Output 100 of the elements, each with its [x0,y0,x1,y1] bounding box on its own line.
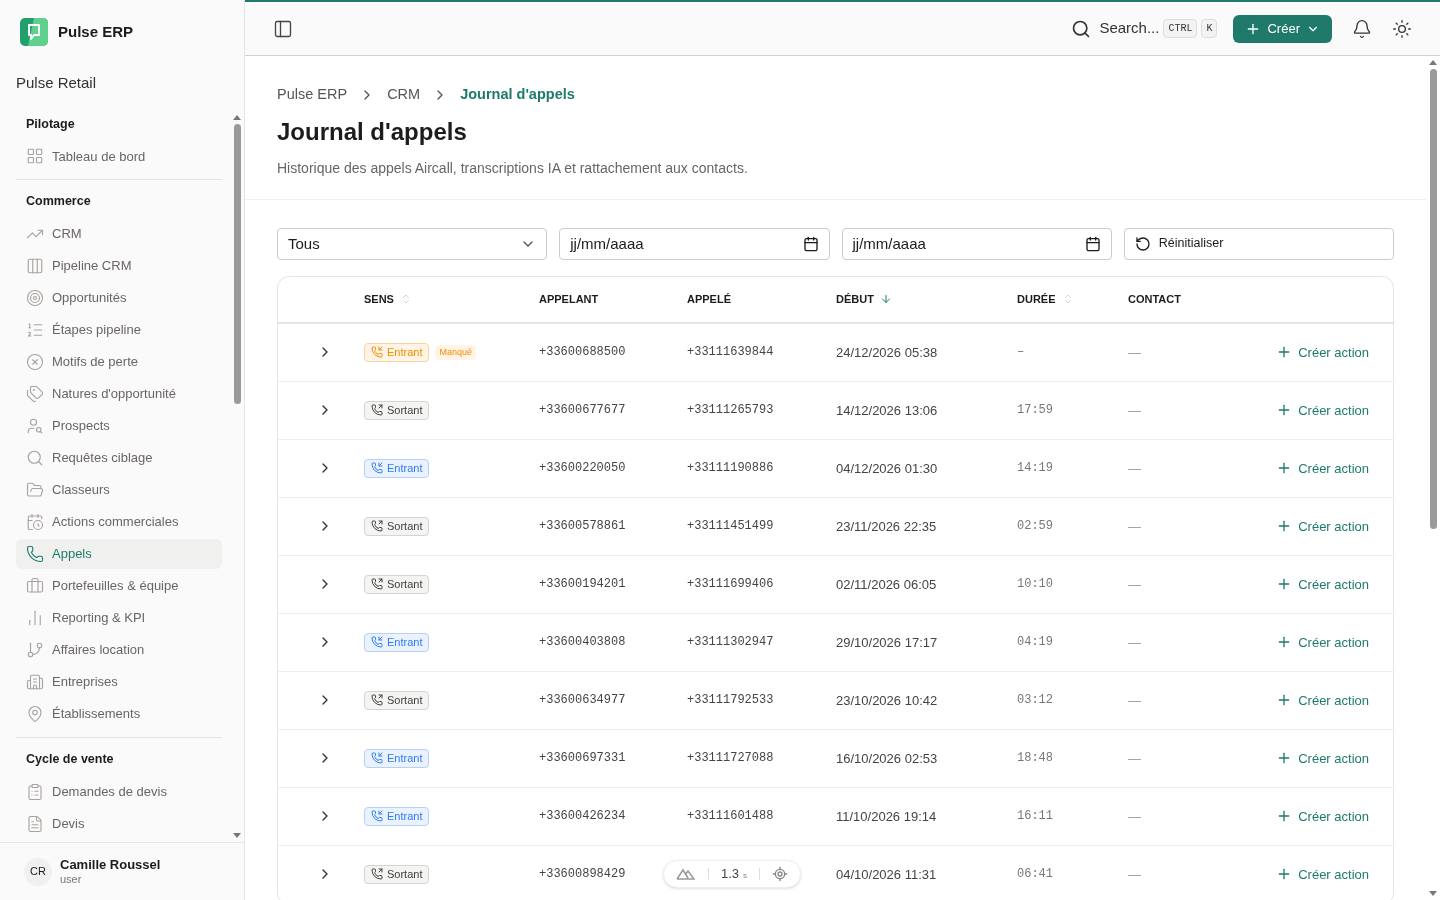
sidebar-item[interactable]: Entreprises [16,667,222,697]
sidebar-item[interactable]: Demandes de devis [16,776,222,807]
table-row[interactable]: Entrant +33600697331 +33111727088 16/10/2026 02:53 18:48 — Créer action [278,729,1393,788]
column-header[interactable]: SENS [364,291,394,308]
sidebar-item[interactable]: Actions commerciales [16,507,222,537]
table-cell-text: 04/12/2026 01:30 [836,459,938,478]
sidebar-item[interactable]: Établissements [16,699,222,729]
scroll-up-icon[interactable] [233,114,241,120]
sidebar-section-title: Commerce [25,193,92,211]
sidebar-item[interactable]: Requêtes ciblage [16,443,222,473]
sidebar-item[interactable]: Opportunités [16,283,222,313]
sidebar-item[interactable]: Classeurs [16,475,222,505]
sidebar-item[interactable]: Prospects [16,411,222,441]
sidebar-item[interactable]: Motifs de perte [16,347,222,377]
sidebar-section-title: Pilotage [25,115,76,133]
sidebar-item[interactable]: Natures d'opportunité [16,379,222,409]
table-cell-text: +33111302947 [687,634,774,652]
create-action-link[interactable]: Créer action [1276,632,1369,652]
direction-badge: Sortant [364,516,430,536]
date-to-field[interactable]: jj/mm/aaaa [841,227,1112,260]
create-action-link[interactable]: Créer action [1276,516,1369,536]
table-cell-text: — [1128,459,1141,478]
outgoing-call-icon [371,520,383,533]
column-header[interactable]: DÉBUT [836,291,874,308]
table-row[interactable]: Entrant +33600220050 +33111190886 04/12/2026 01:30 14:19 — Créer action [278,439,1393,498]
column-header[interactable]: APPELÉ [687,291,731,308]
table-row[interactable]: Sortant +33600578861 +33111451499 23/11/2026 22:35 02:59 — Créer action [278,497,1393,556]
incoming-call-icon [371,462,383,475]
table-cell-text: — [1128,343,1141,362]
date-from-field[interactable]: jj/mm/aaaa [559,227,830,260]
sidebar-item[interactable]: Pipeline CRM [16,251,222,281]
breadcrumb-link[interactable]: Journal d'appels [460,84,575,106]
direction-badge: Entrant [364,748,430,768]
target-icon[interactable] [772,866,789,882]
missed-tag: Manqué [435,344,476,360]
table-row[interactable]: Entrant +33600403808 +33111302947 29/10/2026 17:17 04:19 — Créer action [278,613,1393,672]
create-action-link[interactable]: Créer action [1276,690,1369,710]
scroll-down-icon[interactable] [1429,891,1437,896]
column-header[interactable]: DURÉE [1017,291,1056,308]
sidebar-item[interactable]: Devis [16,808,222,839]
mountain-icon [676,868,696,880]
sidebar-item[interactable]: CRM [16,219,222,249]
sidebar-toggle-icon[interactable] [273,18,293,39]
create-action-link[interactable]: Créer action [1276,574,1369,594]
sidebar-item[interactable]: Appels [16,539,222,569]
sort-desc-icon[interactable] [879,293,892,306]
table-cell-text: 17:59 [1017,402,1053,420]
table-row[interactable]: Sortant +33600634977 +33111792533 23/10/2026 10:42 03:12 — Créer action [278,671,1393,730]
table-row[interactable]: Sortant +33600677677 +33111265793 14/12/2026 13:06 17:59 — Créer action [278,381,1393,440]
sidebar-item[interactable]: Étapes pipeline [16,315,222,345]
search-icon [26,449,44,467]
scrollbar-thumb[interactable] [233,123,241,404]
scroll-down-icon[interactable] [233,833,241,838]
avatar: CR [24,857,52,886]
table-cell-text: 23/11/2026 22:35 [836,517,937,536]
table-row[interactable]: Entrant Manqué +33600688500 +33111639844 24/12/2026 05:38 – — Créer action [278,323,1393,382]
breadcrumb-link[interactable]: Pulse ERP [277,84,348,106]
create-action-link[interactable]: Créer action [1276,458,1369,478]
direction-badge: Entrant [364,342,430,362]
table-cell-text: +33600697331 [539,750,626,768]
sidebar-item[interactable]: Affaires location [16,635,222,665]
table-cell-text: +33600898429 [539,866,626,884]
building-icon [26,673,44,691]
create-action-link[interactable]: Créer action [1276,748,1369,768]
direction-badge: Entrant [364,806,430,826]
logo-icon [20,18,48,46]
phone-icon [26,545,44,563]
table-cell-text: +33600578861 [539,518,626,536]
create-action-link[interactable]: Créer action [1276,864,1369,884]
column-header[interactable]: CONTACT [1128,291,1181,308]
table-cell-text: +33600220050 [539,460,626,478]
table-row[interactable]: Sortant +33600194201 +33111699406 02/11/2026 06:05 10:10 — Créer action [278,555,1393,614]
direction-badge: Sortant [364,574,430,594]
table-row[interactable]: Entrant +33600426234 +33111601488 11/10/2026 19:14 16:11 — Créer action [278,787,1393,846]
calendar-icon [802,235,819,252]
create-action-link[interactable]: Créer action [1276,806,1369,826]
search-button[interactable]: Search... CTRL K [1071,17,1218,40]
scrollbar-thumb[interactable] [1429,69,1437,529]
table-cell-text: 06:41 [1017,866,1053,884]
table-cell-text: 23/10/2026 10:42 [836,691,938,710]
create-button[interactable]: Créer [1233,14,1332,43]
table-cell-text: — [1128,691,1141,710]
scroll-up-icon[interactable] [1429,60,1437,65]
sidebar-item[interactable]: Reporting & KPI [16,603,222,633]
document-icon [26,814,44,833]
calendar-icon [1084,235,1101,252]
sidebar-item[interactable]: Tableau de bord [16,141,222,172]
reset-button[interactable]: Réinitialiser [1123,227,1394,260]
table-cell-text: — [1128,517,1141,536]
theme-icon[interactable] [1392,18,1412,39]
direction-badge: Sortant [364,864,430,884]
sidebar-item[interactable]: Portefeuilles & équipe [16,571,222,601]
breadcrumb-link[interactable]: CRM [387,84,421,106]
notifications-icon[interactable] [1352,18,1372,39]
direction-select[interactable]: Tous [277,227,548,260]
table-cell-text: — [1128,575,1141,594]
column-header[interactable]: APPELANT [539,291,599,308]
create-action-link[interactable]: Créer action [1276,400,1369,420]
outgoing-call-icon [371,694,383,707]
create-action-link[interactable]: Créer action [1276,342,1369,362]
